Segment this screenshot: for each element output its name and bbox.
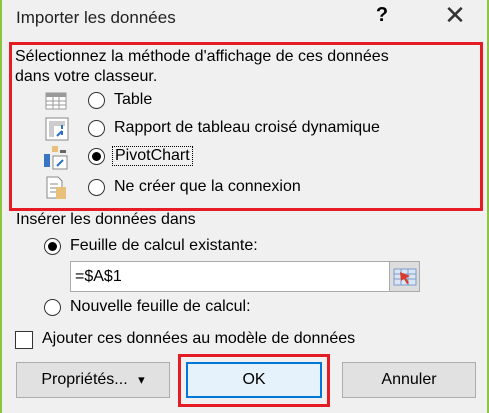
table-option-label[interactable]: Table <box>114 91 152 109</box>
connection-only-option-label[interactable]: Ne créer que la connexion <box>114 178 301 196</box>
table-radio[interactable] <box>88 92 105 109</box>
dialog-title: Importer les données <box>16 8 176 27</box>
pivotchart-option-label[interactable]: PivotChart <box>112 146 193 166</box>
properties-label: Propriétés... <box>41 371 128 388</box>
connection-only-radio[interactable] <box>88 179 105 196</box>
add-to-model-checkbox[interactable] <box>15 331 33 349</box>
new-sheet-radio[interactable] <box>44 299 61 316</box>
existing-sheet-radio[interactable] <box>44 238 61 255</box>
connection-only-icon <box>46 176 66 199</box>
new-sheet-label[interactable]: Nouvelle feuille de calcul: <box>70 298 251 316</box>
range-select-icon <box>393 268 417 286</box>
pivottable-radio[interactable] <box>88 120 105 137</box>
table-icon <box>45 92 67 110</box>
dropdown-arrow-icon: ▾ <box>138 372 145 387</box>
range-select-button[interactable] <box>389 261 420 292</box>
insert-label: Insérer les données dans <box>16 211 196 228</box>
cell-reference-value: =$A$1 <box>75 268 122 285</box>
properties-button[interactable]: Propriétés... ▾ <box>16 362 170 398</box>
pivotchart-icon <box>44 146 68 170</box>
pivottable-option-label[interactable]: Rapport de tableau croisé dynamique <box>114 119 380 137</box>
add-to-model-label[interactable]: Ajouter ces données au modèle de données <box>42 330 355 348</box>
pivotchart-radio[interactable] <box>88 148 105 165</box>
existing-sheet-label[interactable]: Feuille de calcul existante: <box>70 237 258 255</box>
prompt-line-2: dans votre classeur. <box>15 68 158 85</box>
ok-button[interactable]: OK <box>186 362 322 398</box>
cancel-button[interactable]: Annuler <box>342 362 476 398</box>
pivottable-icon <box>45 117 69 141</box>
help-button[interactable]: ? <box>372 4 392 27</box>
cell-reference-input[interactable]: =$A$1 <box>70 261 390 292</box>
close-button[interactable]: ✕ <box>440 0 470 31</box>
prompt-line-1: Sélectionnez la méthode d'affichage de c… <box>15 48 389 65</box>
